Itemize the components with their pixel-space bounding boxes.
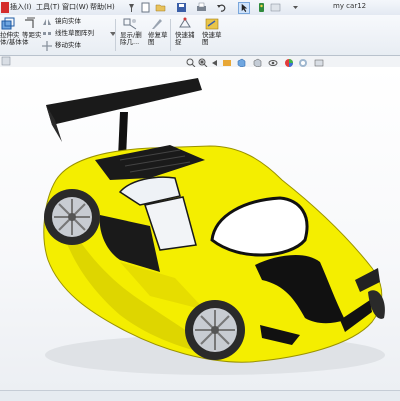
- status-bar: [0, 390, 400, 401]
- select-icon[interactable]: [238, 2, 250, 14]
- menu-tools[interactable]: 工具(T): [36, 2, 60, 12]
- repair-sketch-icon: [152, 19, 162, 29]
- new-document-icon[interactable]: [140, 2, 151, 13]
- open-icon[interactable]: [155, 2, 166, 13]
- menu-bar: 插入(I) 工具(T) 窗口(W) 帮助(H) my car12: [0, 0, 400, 16]
- move-icon: [42, 41, 52, 51]
- sketch-extrude-icon: [1, 17, 15, 30]
- show-hide-relations-label: 显示/删 除几...: [120, 31, 142, 46]
- move-solid-button[interactable]: 移动实体: [42, 41, 112, 51]
- undo-icon[interactable]: [216, 2, 227, 13]
- show-hide-relations-button[interactable]: 显示/删 除几...: [118, 17, 144, 53]
- linear-pattern-label: 线性草图阵列: [55, 29, 94, 37]
- menu-window[interactable]: 窗口(W): [62, 2, 88, 12]
- print-icon[interactable]: [196, 2, 207, 13]
- mirror-solid-label: 镜向实体: [55, 17, 81, 25]
- pin-icon[interactable]: [126, 2, 137, 13]
- offset-solid-label: 等距实 体: [22, 31, 42, 46]
- offset-icon: [25, 17, 35, 28]
- options-icon[interactable]: [270, 2, 281, 13]
- menu-help[interactable]: 帮助(H): [90, 2, 115, 12]
- more-icon[interactable]: [290, 2, 301, 13]
- quick-sketch-label: 快速草 图: [202, 31, 222, 46]
- quick-sketch-icon: [205, 18, 219, 30]
- front-hub: [211, 326, 219, 334]
- linear-pattern-icon: [43, 32, 51, 35]
- rear-hub: [68, 213, 76, 221]
- save-icon[interactable]: [176, 2, 187, 13]
- command-manager: 拉伸实 体/基体 等距实 体 镜向实体 线性草图阵列 移动实体 显示/删 除几.…: [0, 15, 400, 56]
- feature-tree-icon[interactable]: [1, 56, 11, 66]
- car-model[interactable]: [0, 67, 400, 390]
- relations-icon: [123, 18, 137, 30]
- linear-pattern-button[interactable]: 线性草图阵列: [42, 29, 117, 39]
- quick-snap-button[interactable]: 快速捕 捉: [173, 17, 197, 53]
- window-title: my car12: [333, 2, 367, 10]
- repair-sketch-label: 修复草 图: [148, 31, 168, 46]
- app-logo-icon: [1, 2, 9, 13]
- mirror-solid-button[interactable]: 镜向实体: [42, 17, 112, 27]
- move-solid-label: 移动实体: [55, 41, 81, 49]
- offset-solid-button[interactable]: 等距实 体: [19, 17, 42, 53]
- quick-snap-icon: [179, 17, 191, 28]
- ribbon-separator: [115, 19, 116, 51]
- sketch-extrude-button[interactable]: 拉伸实 体/基体: [0, 17, 22, 53]
- quick-snap-label: 快速捕 捉: [175, 31, 195, 46]
- graphics-area[interactable]: [0, 67, 400, 390]
- mirror-icon: [43, 19, 51, 25]
- rebuild-icon[interactable]: [256, 2, 267, 13]
- menu-insert[interactable]: 插入(I): [10, 2, 32, 12]
- quick-sketch-button[interactable]: 快速草 图: [200, 17, 224, 53]
- repair-sketch-button[interactable]: 修复草 图: [146, 17, 168, 53]
- ribbon-separator: [170, 19, 171, 51]
